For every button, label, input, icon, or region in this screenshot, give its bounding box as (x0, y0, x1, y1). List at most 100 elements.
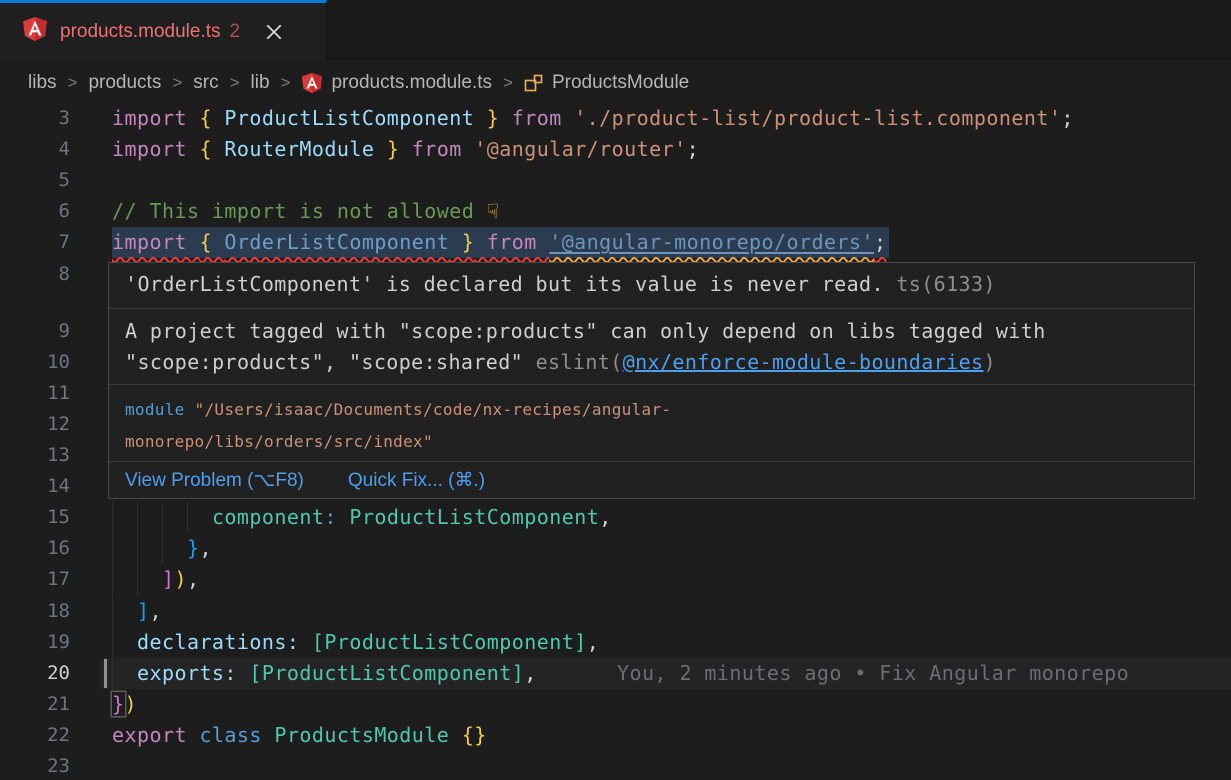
token: from (474, 230, 549, 254)
token (112, 661, 137, 685)
line-number[interactable]: 6 (26, 196, 70, 227)
hover-text-line: module "/Users/isaac/Documents/code/nx-r… (125, 394, 1178, 426)
code-text: import { OrderListComponent } from '@ang… (112, 227, 889, 258)
token: ; (1061, 106, 1074, 130)
token (337, 505, 350, 529)
line-number[interactable]: 5 (26, 165, 70, 196)
breadcrumb-item-src[interactable]: >src (161, 72, 218, 94)
code-text: }, (112, 533, 212, 564)
line-number[interactable]: 4 (26, 134, 70, 165)
breadcrumb-item-products[interactable]: >products (57, 72, 162, 94)
line-number[interactable]: 21 (26, 689, 70, 720)
code-line-16[interactable]: 16 }, (0, 533, 1231, 564)
error-hover-popup: 'OrderListComponent' is declared but its… (108, 262, 1195, 499)
token: ) (125, 692, 138, 716)
code-line-15[interactable]: 15 component: ProductListComponent, (0, 502, 1231, 533)
breadcrumb-item-lib[interactable]: >lib (219, 72, 270, 94)
code-line-20[interactable]: 20 exports: [ProductListComponent],You, … (0, 658, 1231, 689)
token: ] (137, 599, 150, 623)
tab-products-module[interactable]: products.module.ts 2 (0, 0, 327, 60)
hover-text-segment: eslint( (536, 350, 623, 374)
hover-text-line: "scope:products", "scope:shared" eslint(… (125, 347, 1178, 378)
code-text: component: ProductListComponent, (112, 502, 612, 533)
code-line-3[interactable]: 3import { ProductListComponent } from '.… (0, 103, 1231, 134)
line-number[interactable]: 23 (26, 751, 70, 780)
hover-text-line: 'OrderListComponent' is declared but its… (125, 272, 1178, 296)
code-line-5[interactable]: 5 (0, 165, 1231, 196)
token: { (199, 137, 224, 161)
tab-label: products.module.ts (60, 21, 221, 43)
token: ProductListComponent (349, 505, 599, 529)
line-number[interactable]: 9 (26, 316, 70, 347)
line-number[interactable]: 13 (26, 440, 70, 471)
code-line-21[interactable]: 21}) (0, 689, 1231, 720)
chevron-right-icon: > (172, 73, 182, 93)
code-text: declarations: [ProductListComponent], (112, 627, 599, 658)
view-problem-action[interactable]: View Problem (⌥F8) (125, 469, 304, 492)
code-text: export class ProductsModule {} (112, 720, 487, 751)
token: ; (687, 137, 700, 161)
code-line-17[interactable]: 17 ]), (0, 564, 1231, 595)
angular-icon (301, 72, 323, 94)
token: import (112, 106, 199, 130)
token: : (287, 630, 300, 654)
code-line-6[interactable]: 6 // This import is not allowed ☟ (0, 196, 1231, 227)
line-number[interactable]: 15 (26, 502, 70, 533)
line-number[interactable]: 3 (26, 103, 70, 134)
token: './product-list/product-list.component' (574, 106, 1061, 130)
line-number[interactable]: 7 (26, 227, 70, 258)
lint-squiggle-range[interactable]: '@angular-monorepo/orders' (549, 227, 874, 258)
token: } (449, 230, 474, 254)
line-number[interactable]: 18 (26, 596, 70, 627)
hover-text-segment: ts(6133) (884, 272, 996, 296)
token (112, 599, 137, 623)
code-line-4[interactable]: 4 import { RouterModule } from '@angular/… (0, 134, 1231, 165)
line-number[interactable]: 11 (26, 378, 70, 409)
breadcrumb-item-productsmodule[interactable]: >ProductsModule (492, 72, 689, 94)
line-number[interactable]: 14 (26, 471, 70, 502)
code-text: // This import is not allowed ☟ (112, 196, 499, 227)
line-number[interactable]: 19 (26, 627, 70, 658)
hover-text-line: monorepo/libs/orders/src/index" (125, 426, 1178, 458)
code-text: }) (112, 689, 137, 720)
line-number[interactable]: 22 (26, 720, 70, 751)
token (237, 661, 250, 685)
token: { (199, 230, 224, 254)
line-number[interactable]: 8 (26, 259, 70, 290)
code-line-19[interactable]: 19 declarations: [ProductListComponent], (0, 627, 1231, 658)
line-number[interactable]: 20 (26, 658, 70, 689)
token: } (187, 536, 200, 560)
token: from (499, 106, 574, 130)
tab-problem-badge: 2 (230, 21, 241, 43)
breadcrumb-item-libs[interactable]: libs (28, 72, 57, 94)
code-line-23[interactable]: 23 (0, 751, 1231, 780)
chevron-right-icon: > (230, 73, 240, 93)
code-line-7[interactable]: 7 import { OrderListComponent } from '@an… (0, 227, 1231, 258)
breadcrumb-item-products-module-ts[interactable]: >products.module.ts (270, 72, 492, 94)
quick-fix-action[interactable]: Quick Fix... (⌘.) (348, 469, 485, 492)
close-icon[interactable] (262, 20, 286, 44)
nx-rule-link[interactable]: @nx/enforce-module-boundaries (623, 350, 984, 374)
chevron-right-icon: > (503, 73, 513, 93)
line-number[interactable]: 17 (26, 564, 70, 595)
token: ProductsModule (274, 723, 449, 747)
hover-message-2: A project tagged with "scope:products" c… (109, 309, 1194, 385)
token: '@angular/router' (474, 137, 686, 161)
token: } (374, 137, 399, 161)
breadcrumb: libs>products>src>lib>products.module.ts… (0, 62, 1231, 103)
token: export (112, 723, 199, 747)
token: component (212, 505, 324, 529)
line-number[interactable]: 10 (26, 347, 70, 378)
code-text: import { RouterModule } from '@angular/r… (112, 134, 699, 165)
line-number[interactable]: 16 (26, 533, 70, 564)
selected-error-range: import { OrderListComponent } from '@ang… (112, 227, 889, 258)
line-number[interactable]: 12 (26, 409, 70, 440)
code-line-18[interactable]: 18 ], (0, 596, 1231, 627)
hover-message-1: 'OrderListComponent' is declared but its… (109, 263, 1194, 309)
token: ] (162, 567, 175, 591)
token: import (112, 230, 199, 254)
code-line-22[interactable]: 22 export class ProductsModule {} (0, 720, 1231, 751)
token: import (112, 137, 199, 161)
code-text: ], (112, 596, 162, 627)
token: exports (137, 661, 224, 685)
